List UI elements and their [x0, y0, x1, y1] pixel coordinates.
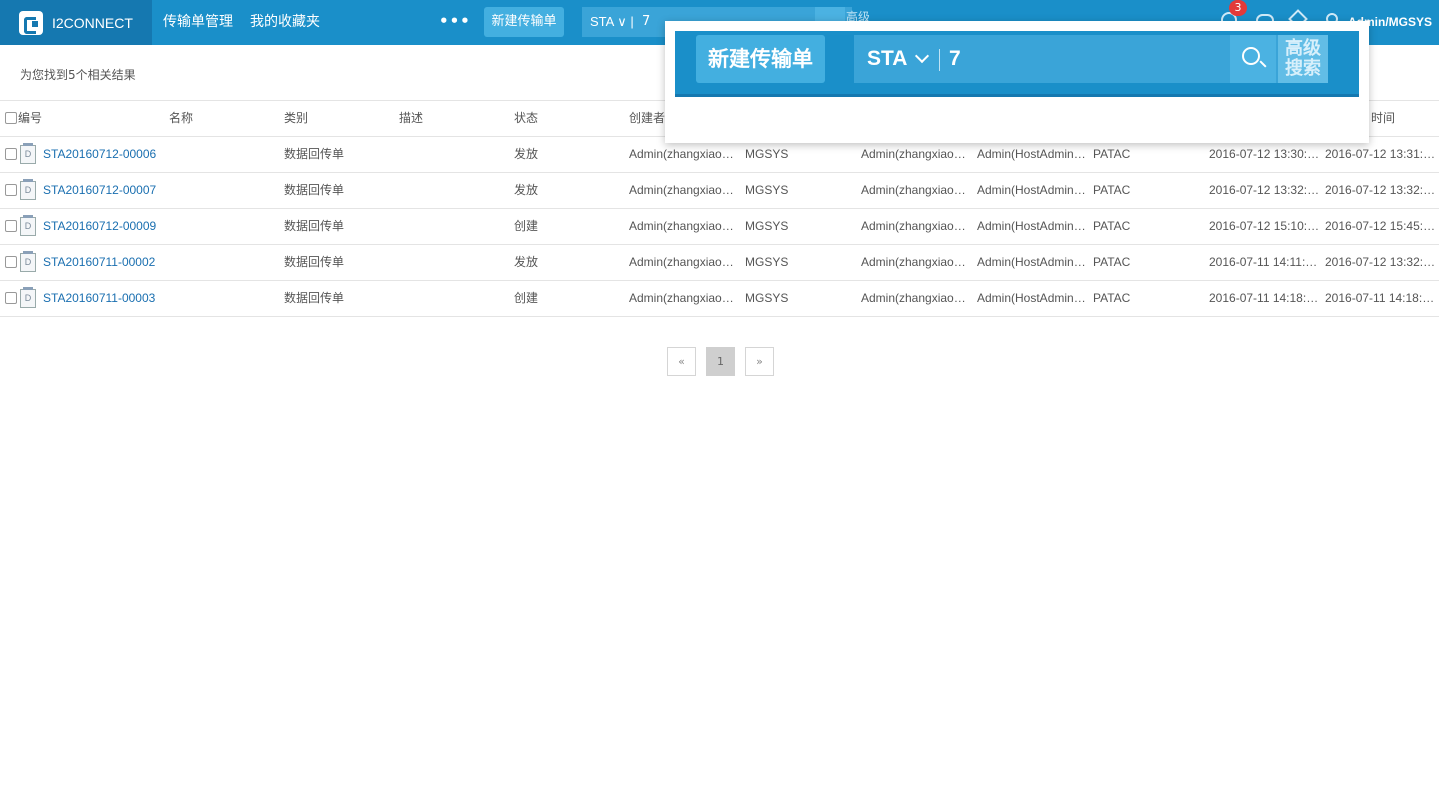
- row-org: MGSYS: [745, 255, 789, 269]
- zoom-new-transfer-button[interactable]: 新建传输单: [696, 35, 825, 83]
- row-c8: Admin(zhangxiao…: [861, 219, 966, 233]
- zoom-search-prefix[interactable]: STA: [867, 35, 907, 83]
- brand[interactable]: I2CONNECT: [0, 0, 152, 45]
- row-creator: Admin(zhangxiao…: [629, 291, 734, 305]
- row-creator: Admin(zhangxiao…: [629, 255, 734, 269]
- row-c10: PATAC: [1093, 183, 1131, 197]
- row-status: 创建: [514, 291, 539, 305]
- row-c11: 2016-07-11 14:18:…: [1209, 291, 1319, 305]
- zoom-advanced-search-button[interactable]: 高级 搜索: [1278, 35, 1328, 83]
- zoom-adv-label-1: 高级: [1285, 38, 1321, 59]
- row-id-link[interactable]: STA20160711-00002: [43, 245, 163, 280]
- row-c12: 2016-07-12 13:32:…: [1325, 255, 1436, 269]
- row-category: 数据回传单: [284, 291, 345, 305]
- select-all-checkbox[interactable]: [5, 112, 17, 124]
- row-creator: Admin(zhangxiao…: [629, 183, 734, 197]
- row-checkbox[interactable]: [5, 148, 17, 160]
- row-c9: Admin(HostAdmin…: [977, 219, 1086, 233]
- zoom-search-button[interactable]: [1230, 35, 1276, 83]
- table-body: D STA20160712-00006 数据回传单 发放 Admin(zhangxiao…: [0, 137, 1439, 317]
- separator: [939, 49, 940, 71]
- next-page-button[interactable]: »: [745, 347, 774, 376]
- row-c10: PATAC: [1093, 291, 1131, 305]
- row-checkbox[interactable]: [5, 220, 17, 232]
- zoom-adv-label-2: 搜索: [1285, 58, 1321, 79]
- table-row[interactable]: D STA20160711-00002 数据回传单 发放 Admin(zhangxiao…: [0, 245, 1439, 281]
- brand-logo-icon: [19, 10, 43, 35]
- more-icon[interactable]: •••: [439, 12, 471, 30]
- new-transfer-button[interactable]: 新建传输单: [484, 7, 564, 37]
- col-status[interactable]: 状态: [514, 101, 538, 136]
- col-creator[interactable]: 创建者: [629, 101, 665, 136]
- row-org: MGSYS: [745, 291, 789, 305]
- search-input[interactable]: 7: [642, 7, 650, 37]
- row-c10: PATAC: [1093, 219, 1131, 233]
- row-status: 创建: [514, 219, 539, 233]
- row-category: 数据回传单: [284, 183, 345, 197]
- row-c12: 2016-07-12 15:45:…: [1325, 219, 1436, 233]
- row-c9: Admin(HostAdmin…: [977, 255, 1086, 269]
- document-icon: D: [20, 215, 36, 236]
- row-c12: 2016-07-12 13:32:…: [1325, 183, 1436, 197]
- row-id-link[interactable]: STA20160712-00006: [43, 137, 163, 172]
- document-icon: D: [20, 179, 36, 200]
- search-icon-handle: [1259, 60, 1267, 68]
- row-c9: Admin(HostAdmin…: [977, 291, 1086, 305]
- document-icon: D: [20, 143, 36, 164]
- table-row[interactable]: D STA20160712-00007 数据回传单 发放 Admin(zhangxiao…: [0, 173, 1439, 209]
- row-c11: 2016-07-12 13:32:…: [1209, 183, 1320, 197]
- col-category[interactable]: 类别: [284, 101, 308, 136]
- row-id-link[interactable]: STA20160712-00007: [43, 173, 163, 208]
- row-checkbox[interactable]: [5, 256, 17, 268]
- row-c8: Admin(zhangxiao…: [861, 255, 966, 269]
- zoom-search-input[interactable]: 7: [949, 35, 961, 83]
- row-c10: PATAC: [1093, 255, 1131, 269]
- row-checkbox[interactable]: [5, 292, 17, 304]
- col-name[interactable]: 名称: [169, 101, 193, 136]
- search-icon: [1242, 47, 1260, 65]
- chevron-down-icon[interactable]: [914, 48, 930, 64]
- col-description[interactable]: 描述: [399, 101, 423, 136]
- prev-page-button[interactable]: «: [667, 347, 696, 376]
- row-status: 发放: [514, 255, 539, 269]
- row-status: 发放: [514, 183, 539, 197]
- row-c11: 2016-07-11 14:11:…: [1209, 255, 1318, 269]
- nav-favorites[interactable]: 我的收藏夹: [250, 0, 320, 45]
- row-creator: Admin(zhangxiao…: [629, 219, 734, 233]
- document-icon: D: [20, 287, 36, 308]
- col-id[interactable]: 编号: [18, 101, 42, 136]
- page-1-button[interactable]: 1: [706, 347, 735, 376]
- notification-badge: 3: [1229, 0, 1247, 16]
- row-id-link[interactable]: STA20160712-00009: [43, 209, 163, 244]
- row-c9: Admin(HostAdmin…: [977, 183, 1086, 197]
- row-c8: Admin(zhangxiao…: [861, 183, 966, 197]
- row-org: MGSYS: [745, 183, 789, 197]
- row-category: 数据回传单: [284, 147, 345, 161]
- table-row[interactable]: D STA20160711-00003 数据回传单 创建 Admin(zhangxiao…: [0, 281, 1439, 317]
- search-prefix-dropdown[interactable]: STA ∨ |: [590, 7, 634, 37]
- row-id-link[interactable]: STA20160711-00003: [43, 281, 163, 316]
- row-c8: Admin(zhangxiao…: [861, 291, 966, 305]
- result-count: 为您找到5个相关结果: [20, 68, 136, 82]
- row-category: 数据回传单: [284, 219, 345, 233]
- nav-transfer-management[interactable]: 传输单管理: [163, 0, 233, 45]
- row-category: 数据回传单: [284, 255, 345, 269]
- col-time[interactable]: 时间: [1371, 101, 1395, 136]
- row-c12: 2016-07-11 14:18:…: [1325, 291, 1435, 305]
- zoom-search-box[interactable]: STA 7 高级 搜索: [854, 35, 1328, 83]
- row-checkbox[interactable]: [5, 184, 17, 196]
- row-org: MGSYS: [745, 219, 789, 233]
- row-c11: 2016-07-12 15:10:…: [1209, 219, 1320, 233]
- zoom-toolbar: 新建传输单 STA 7 高级 搜索: [675, 31, 1359, 97]
- document-icon: D: [20, 251, 36, 272]
- row-status: 发放: [514, 147, 539, 161]
- table-row[interactable]: D STA20160712-00009 数据回传单 创建 Admin(zhangxiao…: [0, 209, 1439, 245]
- brand-name: I2CONNECT: [52, 14, 133, 31]
- zoom-overlay: 新建传输单 STA 7 高级 搜索: [665, 21, 1369, 143]
